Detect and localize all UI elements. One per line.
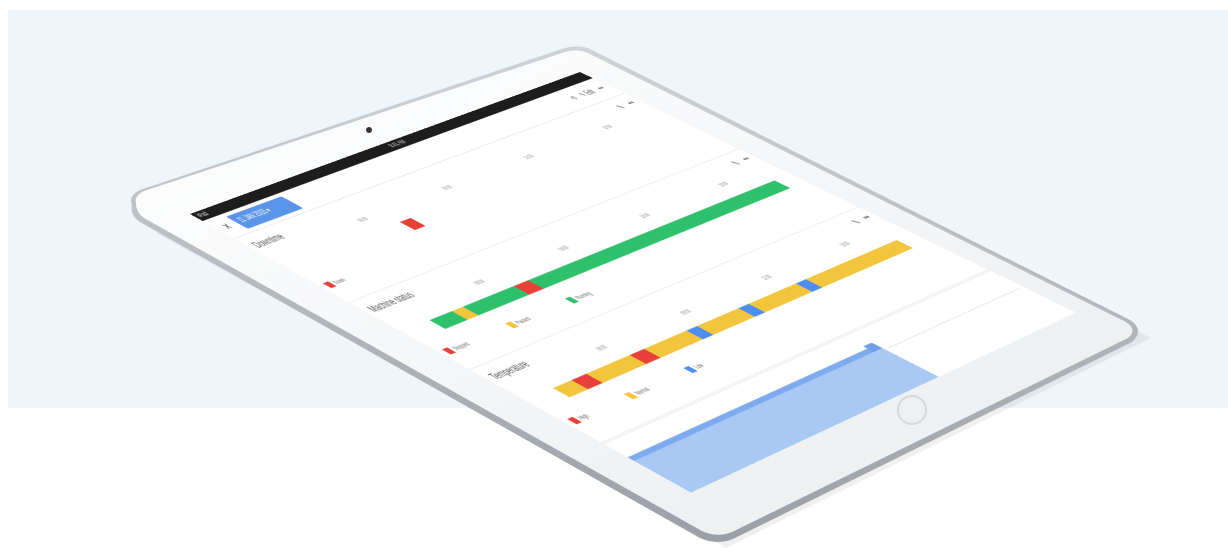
axis-tick-label: 12:00 <box>522 154 537 161</box>
axis-tick-label: 09:00 <box>440 184 456 192</box>
pencil-icon[interactable]: ✎ <box>728 160 744 167</box>
legend-item: Stopped <box>441 341 472 355</box>
section-actions: ✎ ••• <box>728 155 755 167</box>
axis-tick-label: 06:00 <box>356 216 371 224</box>
overflow-menu-icon[interactable]: ••• <box>858 214 876 222</box>
legend-item: High <box>567 412 592 425</box>
app-screen: iPad 9:41 AM ✕ 11 JAN 2016 ▾ ⟲ ✎ Edit ••… <box>190 72 1077 493</box>
pencil-icon[interactable]: ✎ <box>613 104 629 111</box>
axis-tick-label: 15:00 <box>838 241 853 248</box>
status-segment[interactable] <box>312 222 415 264</box>
edit-button[interactable]: ✎ Edit <box>577 89 599 98</box>
overflow-menu-icon[interactable]: ••• <box>623 99 640 107</box>
section-title: Temperature <box>484 358 534 382</box>
axis-tick-label: 06:00 <box>594 344 611 352</box>
legend-item: Paused <box>504 315 534 329</box>
history-icon[interactable]: ⟲ <box>568 95 581 101</box>
axis-tick-label: 09:00 <box>557 245 572 253</box>
overflow-menu-icon[interactable]: ••• <box>738 155 755 163</box>
legend: Down <box>322 277 348 289</box>
axis-tick-label: 12:00 <box>638 212 653 220</box>
carrier-label: iPad <box>193 210 212 219</box>
section-actions: ✎ ••• <box>613 99 640 110</box>
legend-item: Down <box>322 277 348 289</box>
pencil-icon[interactable]: ✎ <box>848 218 865 226</box>
section-actions: ✎ ••• <box>848 214 876 227</box>
axis-tick-label: 15:00 <box>601 124 615 131</box>
axis-tick-label: 12:00 <box>760 274 775 282</box>
axis-tick-label: 15:00 <box>717 181 732 188</box>
overflow-menu-icon[interactable]: ••• <box>594 85 608 91</box>
axis-tick-label: 06:00 <box>472 279 488 287</box>
legend-item: Low <box>683 362 707 374</box>
section-title: Downtime <box>247 231 289 250</box>
legend-item: Running <box>564 290 594 304</box>
legend-item: Normal <box>623 386 652 400</box>
toolbar-actions: ⟲ ✎ Edit ••• <box>565 84 610 103</box>
status-segment[interactable] <box>805 240 914 288</box>
axis-tick-label: 09:00 <box>679 308 694 316</box>
